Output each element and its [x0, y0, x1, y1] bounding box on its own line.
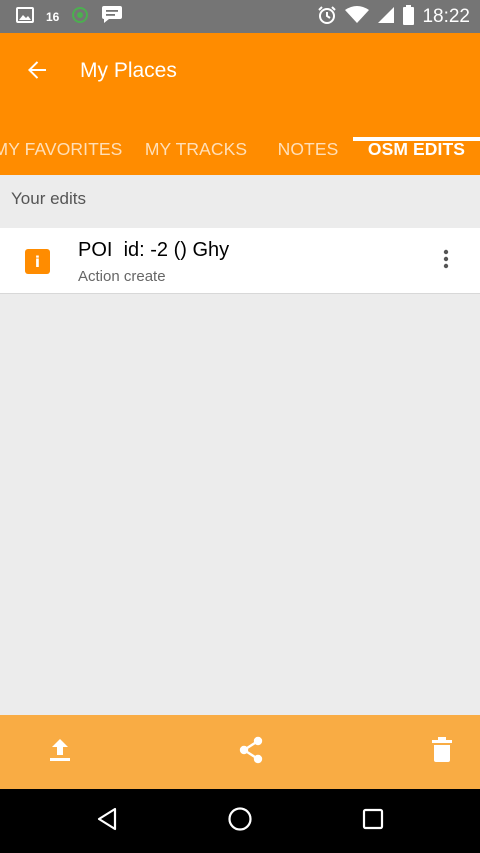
share-icon — [238, 736, 264, 769]
app-bar: My Places MY FAVORITES MY TRACKS NOTES O… — [0, 33, 480, 175]
recents-square-icon — [362, 808, 384, 835]
nav-home-button[interactable] — [220, 801, 260, 841]
back-button[interactable] — [20, 55, 54, 89]
alarm-icon — [317, 5, 337, 30]
image-icon — [16, 6, 34, 29]
more-options-button[interactable] — [432, 246, 460, 276]
arrow-back-icon — [25, 58, 49, 87]
back-triangle-icon — [96, 807, 118, 836]
tab-bar: MY FAVORITES MY TRACKS NOTES OSM EDITS — [0, 123, 480, 175]
nav-back-button[interactable] — [87, 801, 127, 841]
tab-osm-edits[interactable]: OSM EDITS — [353, 123, 480, 175]
edit-action: Action create — [78, 268, 166, 285]
status-bar: 16 18:22 — [0, 0, 480, 33]
upload-icon — [48, 737, 72, 768]
section-header: Your edits — [11, 189, 86, 208]
system-navigation-bar — [0, 789, 480, 853]
tab-notes[interactable]: NOTES — [268, 123, 348, 175]
tab-my-tracks[interactable]: MY TRACKS — [138, 123, 254, 175]
delete-button[interactable] — [422, 732, 462, 772]
wifi-icon — [345, 5, 370, 29]
battery-icon — [403, 4, 415, 30]
list-item[interactable]: i POI id: -2 () Ghy Action create — [0, 228, 480, 294]
share-button[interactable] — [231, 732, 271, 772]
chat-icon — [101, 5, 123, 30]
tab-my-favorites[interactable]: MY FAVORITES — [0, 123, 128, 175]
notification-16-icon: 16 — [46, 10, 60, 24]
page-title: My Places — [80, 59, 177, 82]
info-icon: i — [25, 249, 50, 274]
active-tab-indicator — [353, 137, 480, 141]
home-circle-icon — [227, 806, 253, 837]
bottom-toolbar — [0, 715, 480, 789]
more-vert-icon — [443, 249, 449, 274]
nav-recents-button[interactable] — [353, 801, 393, 841]
status-bar-left: 16 — [16, 5, 123, 30]
status-time: 18:22 — [422, 6, 470, 27]
status-bar-right: 18:22 — [317, 4, 470, 30]
delete-icon — [431, 736, 453, 768]
edit-title: POI id: -2 () Ghy — [78, 239, 230, 261]
signal-icon — [377, 6, 395, 29]
sync-icon — [71, 6, 89, 29]
upload-button[interactable] — [40, 732, 80, 772]
